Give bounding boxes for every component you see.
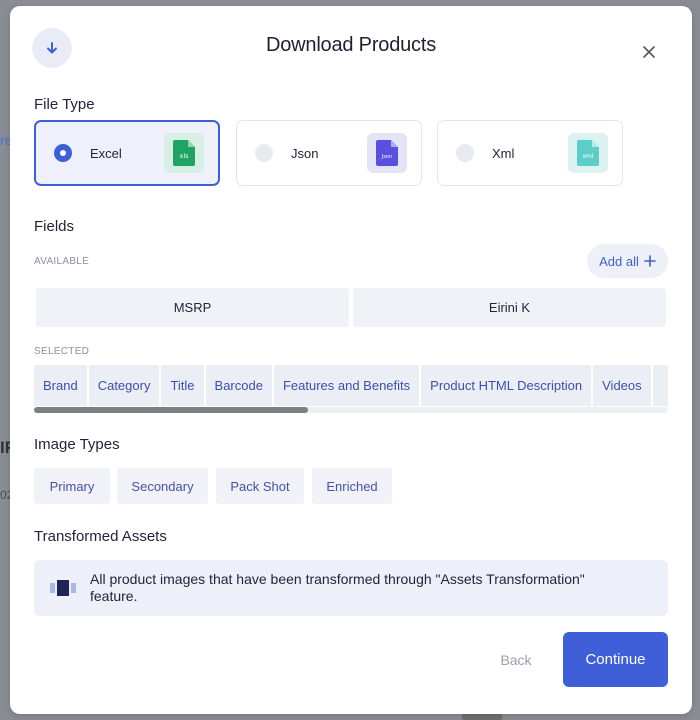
transformed-assets-text: All product images that have been transf… <box>90 571 585 604</box>
plus-icon <box>644 255 656 267</box>
file-type-option-json[interactable]: Json Json <box>236 120 422 186</box>
image-types-title: Image Types <box>34 436 120 453</box>
image-type-chip[interactable]: Pack Shot <box>216 468 304 504</box>
radio-unselected[interactable] <box>255 144 273 162</box>
continue-button[interactable]: Continue <box>563 632 668 687</box>
fields-title: Fields <box>34 218 75 235</box>
selected-field-chip[interactable]: Videos <box>593 365 651 406</box>
download-products-modal: Download Products File Type Excel xls Js… <box>10 6 692 714</box>
transformed-assets-title: Transformed Assets <box>34 528 167 545</box>
available-label: AVAILABLE <box>34 256 90 267</box>
selected-field-chip[interactable]: Product HTML Description <box>421 365 592 406</box>
add-all-label: Add all <box>599 253 639 269</box>
selected-field-chip[interactable]: Title <box>161 365 204 406</box>
available-field-item[interactable]: MSRP <box>36 288 349 327</box>
selected-fields-scrollbar-thumb[interactable] <box>34 407 308 413</box>
image-type-chip[interactable]: Primary <box>34 468 110 504</box>
file-icon-text: xml <box>582 153 593 160</box>
file-type-label: Excel <box>90 145 122 161</box>
available-field-item[interactable]: Eirini K <box>353 288 666 327</box>
file-type-option-excel[interactable]: Excel xls <box>34 120 220 186</box>
json-file-icon: Json <box>367 133 407 173</box>
transformed-assets-info: All product images that have been transf… <box>34 560 668 616</box>
selected-fields-list: Brand Category Title Barcode Features and Be… <box>34 365 668 406</box>
add-all-button[interactable]: Add all <box>587 244 668 278</box>
selected-label: SELECTED <box>34 346 90 357</box>
back-button[interactable]: Back <box>488 646 544 674</box>
file-type-option-xml[interactable]: Xml xml <box>437 120 623 186</box>
selected-field-chip[interactable]: Category <box>88 365 160 406</box>
file-icon-text: xls <box>179 152 189 160</box>
close-icon[interactable] <box>639 42 659 62</box>
excel-file-icon: xls <box>164 133 204 173</box>
file-type-label: Xml <box>492 145 515 161</box>
file-type-title: File Type <box>34 96 95 113</box>
xml-file-icon: xml <box>568 133 608 173</box>
file-type-label: Json <box>291 145 319 161</box>
image-type-chip[interactable]: Secondary <box>117 468 208 504</box>
selected-field-chip[interactable]: Barcode <box>205 365 272 406</box>
radio-unselected[interactable] <box>456 144 474 162</box>
radio-selected[interactable] <box>54 144 72 162</box>
selected-field-chip[interactable]: Brand <box>34 365 87 406</box>
assets-transform-icon <box>50 580 76 596</box>
file-icon-text: Json <box>381 154 392 160</box>
modal-title: Download Products <box>265 34 437 56</box>
selected-field-chip[interactable]: Features and Benefits <box>273 365 420 406</box>
image-type-chip[interactable]: Enriched <box>312 468 392 504</box>
selected-field-chip[interactable] <box>652 365 668 406</box>
